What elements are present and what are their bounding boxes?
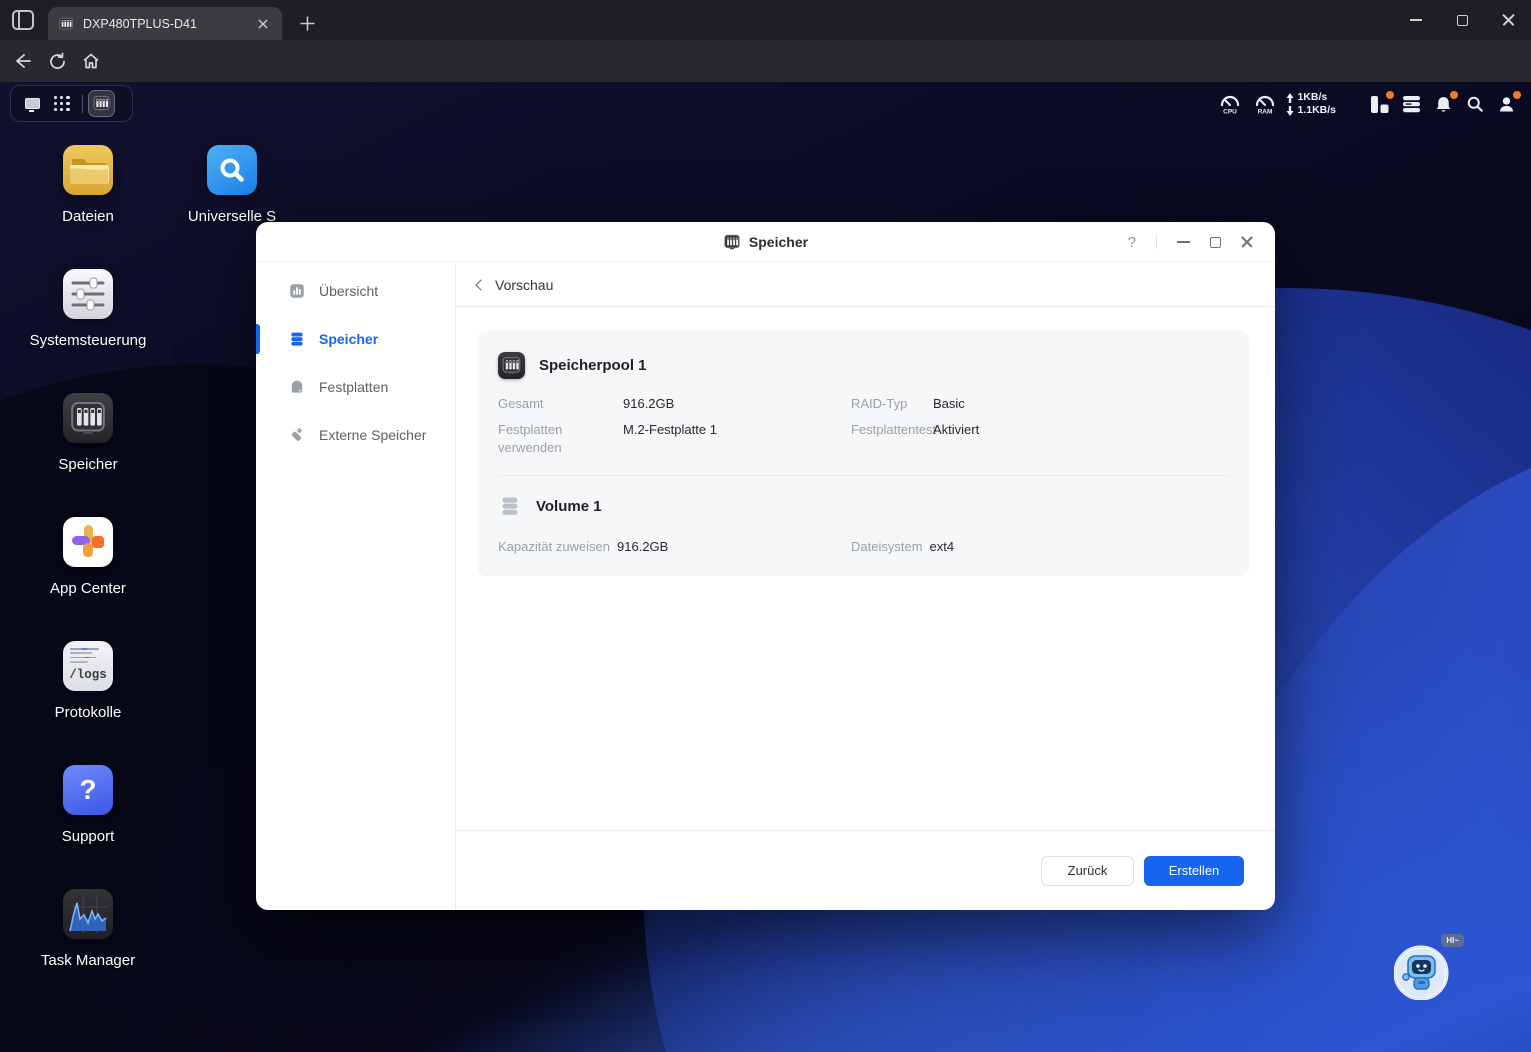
tab-close-icon[interactable] — [254, 15, 272, 33]
taskbar-dock — [10, 85, 133, 122]
logs-icon-text: /logs — [69, 668, 107, 682]
dialog-close-button[interactable] — [1241, 236, 1253, 248]
svg-text:RAM: RAM — [1258, 109, 1273, 116]
desktop-icon-label: Support — [61, 828, 115, 845]
storage-app-icon — [63, 393, 113, 443]
tab-actions-icon[interactable] — [12, 10, 34, 30]
download-speed: 1.1KB/s — [1297, 104, 1336, 116]
harddisk-icon — [288, 378, 306, 396]
dock-speicher-app-icon[interactable] — [88, 90, 115, 117]
desktop-icon-support[interactable]: ? Support — [26, 765, 150, 845]
dialog-titlebar[interactable]: Speicher ? — [256, 222, 1275, 262]
field-kapazitaet: Kapazität zuweisen 916.2GB — [498, 539, 669, 554]
desktop-icon-app-center[interactable]: App Center — [26, 517, 150, 597]
field-festplatten-verwenden: Festplatten verwenden M.2-Festplatte 1 — [498, 422, 717, 455]
assistant-bubble: HI~ — [1441, 934, 1464, 947]
desktop-icon-label: Task Manager — [40, 952, 136, 969]
device-status-icon[interactable] — [1401, 94, 1422, 114]
volume-icon — [498, 494, 522, 518]
notifications-bell-icon[interactable] — [1433, 90, 1458, 115]
overview-chart-icon — [288, 282, 306, 300]
dialog-main: Vorschau Speicherpool 1 Gesamt 916.2GB R… — [456, 263, 1275, 910]
divider — [1156, 235, 1157, 249]
divider — [498, 475, 1229, 476]
desktop-icon-dateien[interactable]: Dateien — [26, 145, 150, 225]
breadcrumb[interactable]: Vorschau — [456, 263, 1275, 307]
volume-title: Volume 1 — [536, 497, 602, 515]
field-raid-typ: RAID-Typ Basic — [851, 396, 965, 411]
desktop: CPU RAM 1KB/s 1.1KB/s Dateien Universell… — [0, 82, 1531, 1052]
create-button[interactable]: Erstellen — [1144, 855, 1244, 886]
search-icon[interactable] — [1465, 94, 1485, 114]
desktop-icon-protokolle[interactable]: /logs Protokolle — [26, 641, 150, 721]
sidebar-item-externe-speicher[interactable]: Externe Speicher — [256, 419, 455, 451]
usb-icon — [288, 426, 306, 444]
network-speed-indicator[interactable]: 1KB/s 1.1KB/s — [1286, 91, 1336, 117]
dialog-footer: Zurück Erstellen — [456, 830, 1275, 910]
app-center-icon — [63, 517, 113, 567]
support-icon: ? — [63, 765, 113, 815]
tab-favicon-nas-icon — [58, 16, 74, 32]
task-manager-icon — [63, 889, 113, 939]
browser-tab[interactable]: DXP480TPLUS-D41 — [48, 7, 282, 40]
field-festplattentest: Festplattentest Aktiviert — [851, 422, 980, 437]
browser-toolbar: Nicht sicher 10.0.20.12:9999/desktop/?os… — [0, 40, 1531, 117]
tab-title: DXP480TPLUS-D41 — [83, 16, 197, 31]
back-chevron-icon[interactable] — [475, 279, 487, 291]
back-button[interactable]: Zurück — [1041, 855, 1134, 886]
desktop-icon-label: Speicher — [58, 456, 118, 473]
desktop-icon-systemsteuerung[interactable]: Systemsteuerung — [26, 269, 150, 349]
pool-icon — [498, 351, 525, 379]
desktop-icon-universelle-suche[interactable]: Universelle S — [170, 145, 294, 225]
browser-maximize-button[interactable] — [1439, 0, 1485, 40]
field-dateisystem: Dateisystem ext4 — [851, 539, 955, 554]
desktop-icon-label: Protokolle — [54, 704, 122, 721]
widgets-icon[interactable] — [1369, 90, 1394, 115]
system-tray: CPU RAM 1KB/s 1.1KB/s — [1207, 86, 1521, 122]
browser-close-button[interactable] — [1485, 0, 1531, 40]
new-tab-button[interactable] — [292, 8, 322, 38]
upload-speed: 1KB/s — [1297, 91, 1328, 103]
breadcrumb-label: Vorschau — [495, 276, 554, 293]
screen: DXP480TPLUS-D41 Nicht sicher — [0, 0, 1531, 1052]
speicher-dialog: Speicher ? Übersicht Speicher Festplatte… — [256, 222, 1275, 910]
desktop-icon-label: App Center — [50, 580, 126, 597]
files-icon — [63, 145, 113, 195]
control-panel-icon — [63, 269, 113, 319]
desktop-icon-speicher[interactable]: Speicher — [26, 393, 150, 473]
field-gesamt: Gesamt 916.2GB — [498, 396, 675, 411]
sidebar-item-speicher[interactable]: Speicher — [256, 323, 455, 355]
dialog-maximize-button[interactable] — [1210, 236, 1221, 248]
pool-title: Speicherpool 1 — [539, 356, 647, 374]
logs-icon: /logs — [63, 641, 113, 691]
browser-window-controls — [1393, 0, 1531, 40]
dialog-sidebar: Übersicht Speicher Festplatten Externe S… — [256, 263, 456, 910]
universal-search-icon — [207, 145, 257, 195]
dialog-help-button[interactable]: ? — [1128, 234, 1136, 251]
desktop-icon-task-manager[interactable]: Task Manager — [26, 889, 150, 969]
svg-text:CPU: CPU — [1224, 109, 1238, 116]
browser-minimize-button[interactable] — [1393, 0, 1439, 40]
show-desktop-icon[interactable] — [17, 89, 47, 119]
cpu-monitor-icon[interactable]: CPU — [1218, 92, 1242, 116]
storage-stack-icon — [288, 330, 306, 348]
ram-monitor-icon[interactable]: RAM — [1253, 92, 1277, 116]
reload-icon[interactable] — [40, 45, 74, 77]
desktop-icon-label: Systemsteuerung — [29, 332, 147, 349]
dialog-nas-icon — [723, 233, 741, 251]
user-account-icon[interactable] — [1496, 90, 1521, 115]
browser-tabstrip: DXP480TPLUS-D41 — [0, 0, 1531, 40]
dialog-title: Speicher — [748, 233, 809, 250]
assistant-robot[interactable]: HI~ — [1393, 934, 1464, 1001]
home-icon[interactable] — [74, 45, 108, 77]
desktop-icon-label: Dateien — [62, 208, 114, 225]
back-icon[interactable] — [6, 45, 40, 77]
dialog-minimize-button[interactable] — [1177, 241, 1190, 243]
sidebar-item-uebersicht[interactable]: Übersicht — [256, 275, 455, 307]
pool-summary-card: Speicherpool 1 Gesamt 916.2GB RAID-Typ B… — [478, 331, 1249, 576]
app-launcher-icon[interactable] — [47, 89, 77, 119]
sidebar-item-festplatten[interactable]: Festplatten — [256, 371, 455, 403]
